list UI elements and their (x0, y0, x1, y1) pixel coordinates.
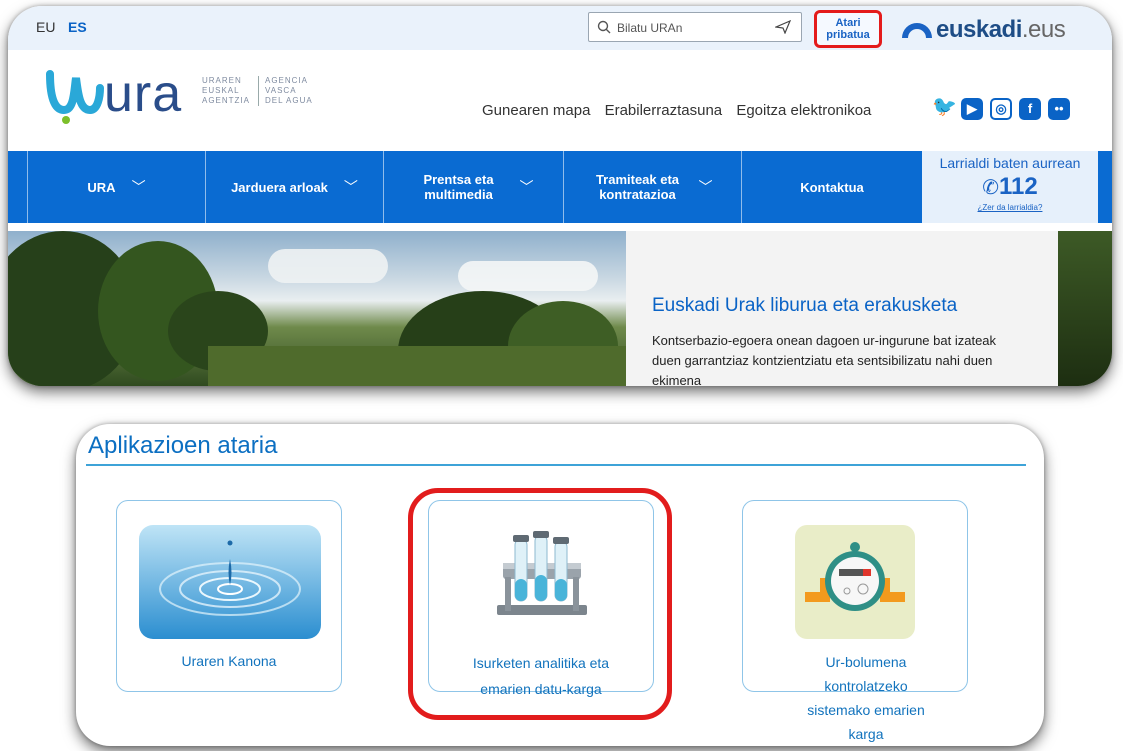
atari-label-1: Atari (835, 17, 861, 29)
water-drop-icon (139, 525, 321, 639)
top-bar: EU ES Bilatu URAn Atari pribatua euskadi… (8, 6, 1112, 50)
emergency-box[interactable]: Larrialdi baten aurrean ✆112 ¿Zer da lar… (922, 151, 1098, 223)
hero-banner: Euskadi Urak liburua eta erakusketa Kont… (8, 231, 1112, 386)
ura-logo-word: ura (104, 65, 183, 123)
nav-item-tramiteak[interactable]: Tramiteak eta kontratazioa ﹀ (564, 151, 742, 223)
ura-logo-subtitle-eu: URAREN EUSKAL AGENTZIA (202, 76, 251, 105)
lang-eu-link[interactable]: EU (36, 19, 55, 35)
facebook-icon[interactable]: f (1019, 98, 1041, 120)
send-icon[interactable] (775, 20, 791, 34)
card-label-kanona[interactable]: Uraren Kanona (117, 649, 341, 673)
flickr-icon[interactable]: •• (1048, 98, 1070, 120)
ura-logo-subtitle-es: AGENCIA VASCA DEL AGUA (258, 76, 313, 106)
lang-es-link[interactable]: ES (68, 19, 87, 35)
chevron-down-icon: ﹀ (698, 178, 713, 195)
sitemap-link[interactable]: Gunearen mapa (482, 102, 590, 119)
atari-label-2: pribatua (826, 29, 870, 41)
nav-item-ura[interactable]: URA ﹀ (28, 151, 206, 223)
ura-logo-icon[interactable] (44, 66, 104, 124)
emergency-title: Larrialdi baten aurrean (939, 155, 1081, 171)
nav-item-jarduera[interactable]: Jarduera arloak ﹀ (206, 151, 384, 223)
chevron-down-icon: ﹀ (131, 178, 146, 195)
title-divider (86, 464, 1026, 466)
chevron-down-icon: ﹀ (343, 178, 358, 195)
emergency-info-link[interactable]: ¿Zer da larrialdia? (922, 203, 1098, 212)
search-box[interactable]: Bilatu URAn (588, 12, 802, 42)
app-portal-panel: Aplikazioen ataria Uraren Kanona Isurket… (76, 424, 1044, 746)
highlight-box (408, 488, 672, 720)
banner-description: Kontserbazio-egoera onean dagoen ur-ingu… (652, 333, 997, 386)
emergency-number: ✆112 (982, 173, 1038, 200)
private-portal-button[interactable]: Atari pribatua (814, 10, 882, 48)
twitter-icon[interactable]: 🐦 (932, 96, 957, 118)
social-links: 🐦 ▶ ◎ f •• (932, 96, 1077, 120)
banner-side-image (1058, 231, 1112, 386)
phone-icon: ✆ (982, 177, 1000, 199)
banner-info: Euskadi Urak liburua eta erakusketa Kont… (626, 231, 1058, 386)
portal-title: Aplikazioen ataria (88, 432, 278, 459)
youtube-icon[interactable]: ▶ (961, 98, 983, 120)
nav-item-prentsa[interactable]: Prentsa eta multimedia ﹀ (384, 151, 564, 223)
utility-links: Gunearen mapa Erabilerraztasuna Egoitza … (482, 102, 881, 119)
nav-item-kontaktua[interactable]: Kontaktua (742, 151, 922, 223)
water-meter-icon (795, 525, 915, 639)
search-input[interactable]: Bilatu URAn (617, 21, 682, 35)
e-office-link[interactable]: Egoitza elektronikoa (736, 102, 871, 119)
nav-edge (8, 151, 28, 223)
instagram-icon[interactable]: ◎ (990, 98, 1012, 120)
card-label-bolumena[interactable]: Ur-bolumena kontrolatzeko sistemako emar… (766, 650, 966, 746)
chevron-down-icon: ﹀ (519, 178, 534, 195)
app-card-uraren-kanona[interactable]: Uraren Kanona (116, 500, 342, 692)
website-header-panel: EU ES Bilatu URAn Atari pribatua euskadi… (8, 6, 1112, 386)
euskadi-brand[interactable]: euskadi.eus (936, 16, 1066, 44)
search-icon (597, 20, 611, 34)
landscape-image (8, 231, 628, 386)
euskadi-logo-icon[interactable] (900, 16, 934, 40)
accessibility-link[interactable]: Erabilerraztasuna (605, 102, 723, 119)
banner-title[interactable]: Euskadi Urak liburua eta erakusketa (652, 295, 957, 317)
